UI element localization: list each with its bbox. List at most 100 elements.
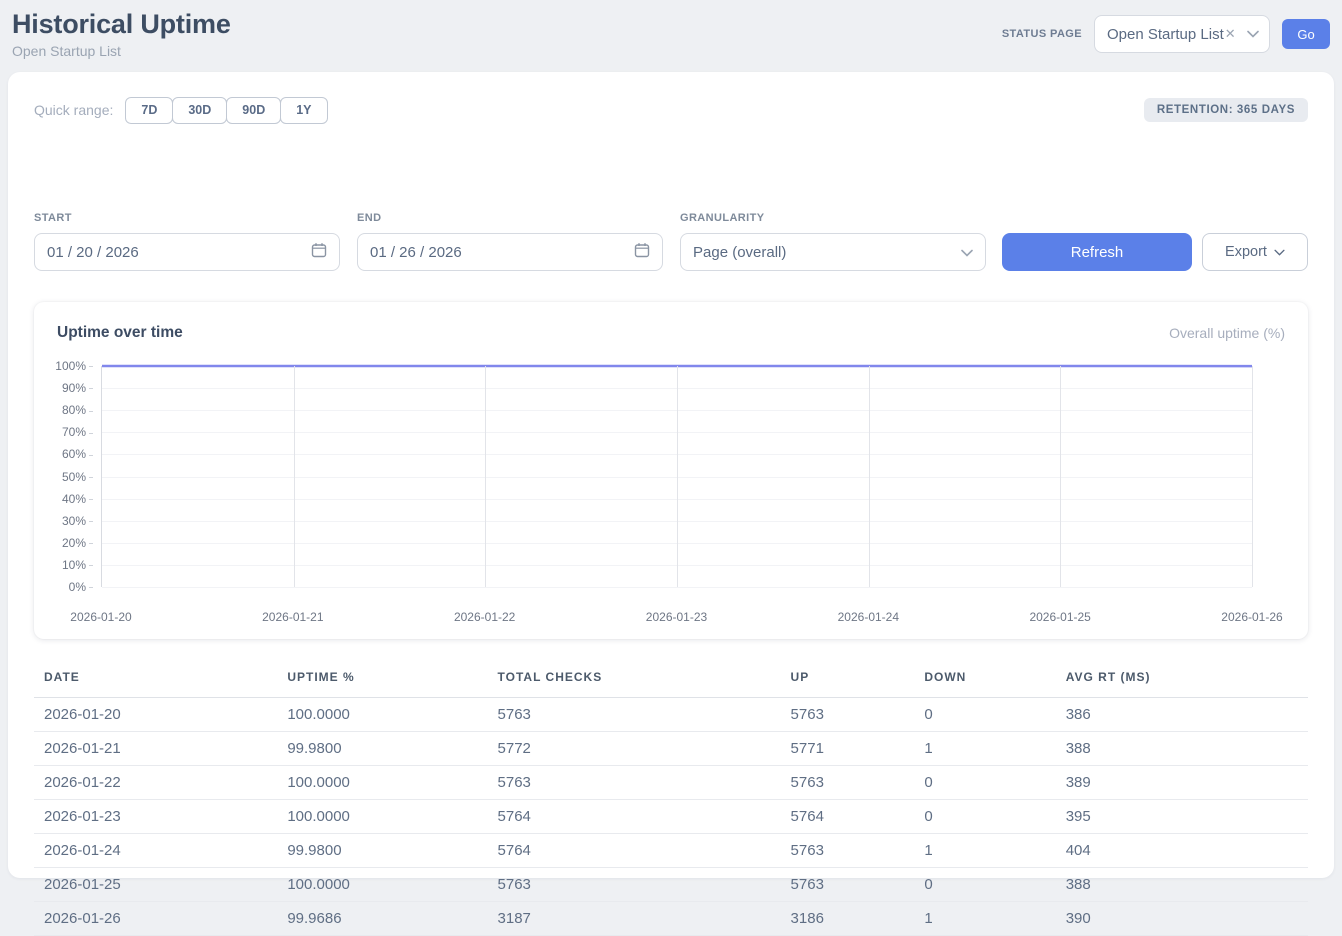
refresh-button[interactable]: Refresh [1002, 233, 1192, 271]
quick-range-90d-button[interactable]: 90D [226, 97, 281, 124]
x-axis-tick: 2026-01-23 [646, 610, 707, 624]
x-axis-tick: 2026-01-24 [838, 610, 899, 624]
table-row: 2026-01-2199.9800577257711388 [34, 732, 1308, 766]
table-column-header: DOWN [914, 660, 1055, 698]
table-cell: 5763 [781, 834, 915, 868]
x-axis-tick: 2026-01-21 [262, 610, 323, 624]
vertical-gridline [677, 366, 678, 587]
table-cell: 386 [1056, 698, 1308, 732]
quick-range-label: Quick range: [34, 102, 113, 118]
table-cell: 1 [914, 834, 1055, 868]
y-axis-tick: 40% [62, 492, 93, 506]
start-date-field: START 01 / 20 / 2026 [34, 212, 340, 271]
table-row: 2026-01-20100.0000576357630386 [34, 698, 1308, 732]
table-cell: 0 [914, 868, 1055, 902]
go-button[interactable]: Go [1282, 19, 1330, 49]
x-axis-tick: 2026-01-20 [70, 610, 131, 624]
y-axis-tick: 100% [55, 359, 93, 373]
table-cell: 100.0000 [277, 698, 487, 732]
end-date-label: END [357, 212, 663, 224]
table-cell: 3187 [488, 902, 781, 936]
vertical-gridline [869, 366, 870, 587]
quick-range-group: 7D30D90D1Y [125, 97, 327, 124]
table-cell: 3186 [781, 902, 915, 936]
table-row: 2026-01-25100.0000576357630388 [34, 868, 1308, 902]
table-row: 2026-01-2499.9800576457631404 [34, 834, 1308, 868]
table-cell: 2026-01-24 [34, 834, 277, 868]
table-cell: 99.9800 [277, 732, 487, 766]
calendar-icon[interactable] [634, 242, 650, 262]
export-button[interactable]: Export [1202, 233, 1308, 271]
calendar-icon[interactable] [311, 242, 327, 262]
main-card: Quick range: 7D30D90D1Y RETENTION: 365 D… [8, 72, 1334, 878]
export-label: Export [1225, 244, 1267, 260]
table-cell: 0 [914, 766, 1055, 800]
y-axis: 100%90%80%70%60%50%40%30%20%10%0% [34, 366, 93, 587]
chart-header: Uptime over time Overall uptime (%) [57, 324, 1285, 342]
vertical-gridline [1252, 366, 1253, 587]
table-cell: 2026-01-25 [34, 868, 277, 902]
x-axis: 2026-01-202026-01-212026-01-222026-01-23… [101, 610, 1252, 625]
retention-badge: RETENTION: 365 DAYS [1144, 98, 1308, 122]
table-row: 2026-01-2699.9686318731861390 [34, 902, 1308, 936]
table-cell: 404 [1056, 834, 1308, 868]
status-page-value: Open Startup List [1107, 26, 1224, 43]
quick-range-1y-button[interactable]: 1Y [280, 97, 327, 124]
y-axis-tick: 70% [62, 425, 93, 439]
table-cell: 2026-01-21 [34, 732, 277, 766]
uptime-chart-card: Uptime over time Overall uptime (%) 100%… [34, 302, 1308, 639]
end-date-input[interactable]: 01 / 26 / 2026 [357, 233, 663, 271]
y-axis-tick: 10% [62, 558, 93, 572]
clear-icon[interactable]: ✕ [1225, 26, 1236, 42]
y-axis-tick: 0% [69, 580, 93, 594]
y-axis-tick: 30% [62, 514, 93, 528]
table-cell: 5764 [488, 800, 781, 834]
table-column-header: AVG RT (MS) [1056, 660, 1308, 698]
table-column-header: UP [781, 660, 915, 698]
x-axis-tick: 2026-01-22 [454, 610, 515, 624]
table-cell: 0 [914, 698, 1055, 732]
vertical-gridline [294, 366, 295, 587]
chevron-down-icon [961, 244, 973, 261]
status-page-select[interactable]: Open Startup List ✕ [1094, 15, 1270, 53]
horizontal-gridline [102, 587, 1252, 588]
granularity-value: Page (overall) [693, 244, 786, 261]
quick-range-7d-button[interactable]: 7D [125, 97, 173, 124]
end-date-field: END 01 / 26 / 2026 [357, 212, 663, 271]
uptime-table: DATEUPTIME %TOTAL CHECKSUPDOWNAVG RT (MS… [34, 660, 1308, 936]
topbar: Historical Uptime Open Startup List STAT… [12, 0, 1330, 66]
table-cell: 2026-01-23 [34, 800, 277, 834]
chart-title: Uptime over time [57, 324, 183, 342]
table-cell: 100.0000 [277, 800, 487, 834]
topbar-right: STATUS PAGE Open Startup List ✕ Go [1002, 15, 1330, 53]
table-column-header: UPTIME % [277, 660, 487, 698]
status-page-label: STATUS PAGE [1002, 28, 1082, 40]
table-cell: 390 [1056, 902, 1308, 936]
end-date-value: 01 / 26 / 2026 [370, 244, 462, 261]
vertical-gridline [485, 366, 486, 587]
chart-plot-area [101, 366, 1252, 587]
table-row: 2026-01-22100.0000576357630389 [34, 766, 1308, 800]
start-date-input[interactable]: 01 / 20 / 2026 [34, 233, 340, 271]
table-cell: 1 [914, 902, 1055, 936]
granularity-select[interactable]: Page (overall) [680, 233, 986, 271]
table-cell: 5772 [488, 732, 781, 766]
start-date-label: START [34, 212, 340, 224]
y-axis-tick: 60% [62, 447, 93, 461]
table-cell: 5764 [488, 834, 781, 868]
granularity-field: GRANULARITY Page (overall) [680, 212, 986, 271]
table-cell: 5763 [781, 868, 915, 902]
y-axis-tick: 90% [62, 381, 93, 395]
table-cell: 5764 [781, 800, 915, 834]
chevron-down-icon [1247, 25, 1259, 43]
table-column-header: DATE [34, 660, 277, 698]
x-axis-tick: 2026-01-25 [1029, 610, 1090, 624]
table-cell: 5763 [488, 868, 781, 902]
table-cell: 388 [1056, 868, 1308, 902]
table-cell: 2026-01-26 [34, 902, 277, 936]
quick-range-30d-button[interactable]: 30D [172, 97, 227, 124]
x-axis-tick: 2026-01-26 [1221, 610, 1282, 624]
table-cell: 395 [1056, 800, 1308, 834]
table-header-row: DATEUPTIME %TOTAL CHECKSUPDOWNAVG RT (MS… [34, 660, 1308, 698]
table-cell: 5763 [781, 766, 915, 800]
